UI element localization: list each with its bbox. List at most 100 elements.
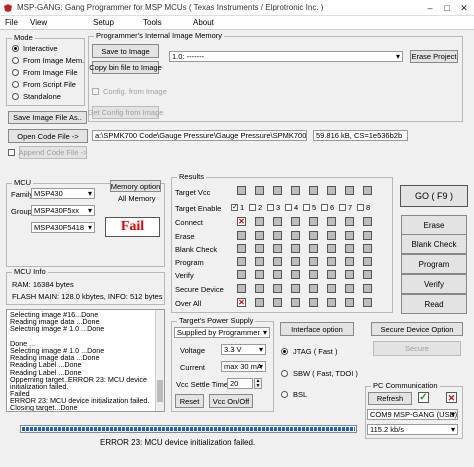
target-enable-checkbox[interactable] [357, 204, 364, 211]
current-select[interactable]: max 30 mA [221, 361, 266, 372]
refresh-button[interactable]: Refresh [368, 392, 412, 405]
window-title: MSP-GANG: Gang Programmer for MSP MCUs (… [17, 3, 324, 12]
spinner-icon[interactable]: ▲ ▼ [254, 378, 262, 389]
maximize-icon[interactable]: □ [441, 2, 453, 14]
com-port-select[interactable]: COM9 MSP-GANG (USB) [367, 409, 458, 420]
log-scroll-thumb[interactable] [157, 380, 163, 402]
target-number-label: 3 [276, 203, 281, 212]
device-select[interactable]: MSP430F5418 [31, 222, 95, 233]
read-button[interactable]: Read [401, 294, 467, 314]
get-config-button[interactable]: Get Config from Image [88, 106, 163, 119]
append-code-file-button[interactable]: Append Code File -> [19, 146, 88, 159]
menu-view[interactable]: View [30, 18, 47, 27]
result-indicator [291, 270, 300, 279]
mode-title: Mode [12, 33, 35, 42]
program-button[interactable]: Program [401, 254, 467, 274]
result-indicator [363, 257, 372, 266]
family-select[interactable]: MSP430 [31, 188, 95, 199]
target-vcc-indicator [291, 186, 300, 195]
close-icon[interactable]: ✕ [458, 2, 470, 14]
reset-button[interactable]: Reset [175, 394, 204, 408]
menu-setup[interactable]: Setup [93, 18, 114, 27]
target-enable-checkbox[interactable]: ✓ [231, 204, 238, 211]
verify-button[interactable]: Verify [401, 274, 467, 294]
result-indicator [237, 284, 246, 293]
result-indicator [291, 231, 300, 240]
result-indicator [309, 257, 318, 266]
result-row-label: Verify [175, 271, 194, 280]
log-scrollbar[interactable] [155, 310, 164, 411]
vcc-onoff-button[interactable]: Vcc On/Off [209, 394, 253, 408]
open-code-file-button[interactable]: Open Code File -> [8, 129, 88, 143]
minimize-icon[interactable]: – [424, 2, 436, 14]
mode-radio-script-file[interactable] [12, 81, 19, 88]
secure-device-option-button[interactable]: Secure Device Option [371, 322, 463, 336]
result-indicator [237, 257, 246, 266]
target-vcc-indicator [309, 186, 318, 195]
mode-label-script-file: From Script File [23, 80, 76, 89]
result-indicator [273, 217, 282, 226]
interface-radio-bsl[interactable] [281, 391, 288, 398]
target-number-label: 7 [348, 203, 353, 212]
result-row-label: Connect [175, 218, 203, 227]
go-button[interactable]: GO ( F9 ) [400, 185, 468, 207]
save-image-file-button[interactable]: Save Image File As.. [8, 111, 87, 124]
mode-radio-standalone[interactable] [12, 93, 19, 100]
result-indicator [273, 284, 282, 293]
mode-radio-image-mem[interactable] [12, 57, 19, 64]
image-slot-select[interactable]: 1.0: ------- [169, 51, 403, 62]
result-indicator [291, 257, 300, 266]
blank-check-button[interactable]: Blank Check [401, 234, 467, 254]
target-enable-checkbox[interactable] [339, 204, 346, 211]
result-row-label: Secure Device [175, 285, 224, 294]
result-indicator [345, 231, 354, 240]
interface-radio-jtag[interactable] [281, 348, 288, 355]
power-source-select[interactable]: Supplied by Programmer [174, 327, 270, 338]
mode-label-standalone: Standalone [23, 92, 61, 101]
result-indicator [255, 217, 264, 226]
append-code-file-checkbox[interactable] [8, 149, 15, 156]
log-line: Selecting image # 1.0 ...Done [10, 324, 105, 334]
result-indicator [273, 244, 282, 253]
result-indicator [291, 244, 300, 253]
mode-radio-interactive[interactable] [12, 45, 19, 52]
results-title: Results [177, 172, 207, 181]
mcu-info-title: MCU Info [12, 267, 48, 276]
log-line: initialization failed. [10, 381, 69, 391]
target-enable-checkbox[interactable] [267, 204, 274, 211]
log-text: Selecting image #16...Done Reading image … [10, 311, 154, 411]
erase-project-button[interactable]: Erase Project [410, 50, 458, 63]
copy-bin-file-button[interactable]: Copy bin file to Image [89, 61, 162, 74]
result-row-label: Program [175, 258, 204, 267]
result-indicator [309, 284, 318, 293]
result-indicator [327, 298, 336, 307]
mode-radio-image-file[interactable] [12, 69, 19, 76]
interface-option-button[interactable]: Interface option [280, 322, 354, 336]
menu-file[interactable]: File [5, 18, 18, 27]
fail-x-icon: ✕ [237, 298, 246, 307]
voltage-select[interactable]: 3.3 V [221, 344, 266, 355]
vcc-settle-input[interactable]: 20 [227, 378, 253, 389]
save-to-image-button[interactable]: Save to Image [92, 44, 159, 58]
disconnect-x-icon[interactable]: ✕ [446, 392, 457, 403]
erase-button[interactable]: Erase [401, 215, 467, 235]
mode-label-image-file: From Image File [23, 68, 78, 77]
target-enable-checkbox[interactable] [249, 204, 256, 211]
target-enable-checkbox[interactable] [285, 204, 292, 211]
log-area[interactable]: Selecting image #16...Done Reading image … [6, 309, 165, 412]
memory-option-button[interactable]: Memory option [110, 180, 161, 192]
result-indicator [291, 284, 300, 293]
config-from-image-checkbox[interactable] [92, 88, 99, 95]
interface-radio-sbw[interactable] [281, 370, 288, 377]
target-enable-checkbox[interactable] [303, 204, 310, 211]
secure-button[interactable]: Secure [373, 341, 461, 356]
menu-about[interactable]: About [193, 18, 214, 27]
target-enable-checkbox[interactable] [321, 204, 328, 211]
result-indicator [255, 270, 264, 279]
title-bar: MSP-GANG: Gang Programmer for MSP MCUs (… [0, 0, 474, 16]
progress-bar [20, 425, 357, 433]
group-select[interactable]: MSP430F5xx [31, 205, 95, 216]
baud-rate-select[interactable]: 115.2 kb/s [367, 424, 458, 435]
config-from-image-label: Config. from Image [103, 87, 167, 96]
menu-tools[interactable]: Tools [143, 18, 162, 27]
